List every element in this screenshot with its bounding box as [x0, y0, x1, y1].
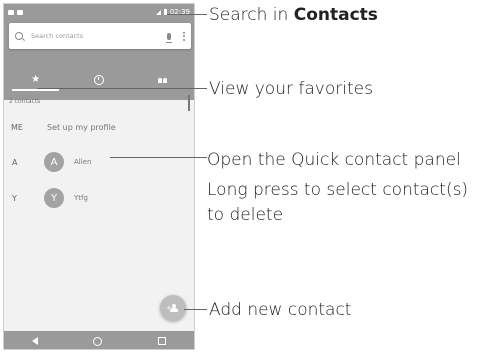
search-callout-prefix: Search in — [209, 5, 294, 25]
avatar[interactable]: Y — [44, 188, 64, 208]
contact-name: Ytfg — [74, 194, 88, 202]
navigation-bar — [4, 331, 194, 349]
contact-row[interactable]: Y Y Ytfg — [4, 186, 194, 210]
add-contact-callout-line — [184, 309, 207, 310]
add-person-icon: + — [166, 304, 178, 312]
notification-icons — [8, 9, 23, 15]
contact-count: 2 contacts — [9, 98, 41, 105]
scrollbar[interactable] — [188, 95, 190, 111]
home-icon[interactable] — [93, 336, 103, 346]
search-callout: Search in Contacts — [209, 3, 378, 27]
section-letter: A — [12, 157, 18, 167]
add-contact-button[interactable]: + — [160, 295, 186, 321]
phone-screen: 02:39 Search contacts ★ 2 contacts ME Se… — [3, 3, 195, 350]
back-icon[interactable] — [31, 337, 38, 345]
group-icon — [157, 77, 167, 83]
search-input[interactable]: Search contacts — [31, 32, 167, 40]
star-icon: ★ — [31, 74, 41, 85]
quick-contact-callout-line — [110, 157, 207, 158]
search-callout-bold: Contacts — [293, 5, 378, 25]
contact-name: Allen — [74, 158, 92, 166]
add-contact-callout: Add new contact — [209, 300, 352, 320]
section-letter: Y — [12, 193, 17, 203]
quick-contact-callout-line1: Open the Quick contact panel — [207, 150, 461, 170]
search-bar[interactable]: Search contacts — [9, 23, 191, 49]
favorites-callout: View your favorites — [209, 79, 373, 99]
search-callout-line — [167, 14, 207, 15]
profile-label: Set up my profile — [47, 122, 116, 132]
mic-icon[interactable] — [166, 32, 172, 43]
quick-contact-callout-line2: Long press to select contact(s) — [207, 180, 469, 200]
more-options-icon[interactable] — [183, 31, 185, 41]
me-label: ME — [11, 122, 23, 132]
clock-icon — [93, 75, 104, 85]
favorites-callout-line — [37, 88, 207, 89]
avatar[interactable]: A — [44, 152, 64, 172]
gallery-notification-icon — [8, 9, 14, 15]
contact-row[interactable]: A A Allen — [4, 150, 194, 174]
status-bar: 02:39 — [4, 4, 194, 20]
quick-contact-callout-line3: to delete — [207, 205, 284, 225]
signal-icon — [155, 9, 161, 15]
search-icon — [15, 32, 23, 40]
recent-apps-icon[interactable] — [158, 337, 167, 345]
my-profile-row[interactable]: ME Set up my profile — [4, 115, 194, 139]
message-notification-icon — [17, 9, 23, 15]
